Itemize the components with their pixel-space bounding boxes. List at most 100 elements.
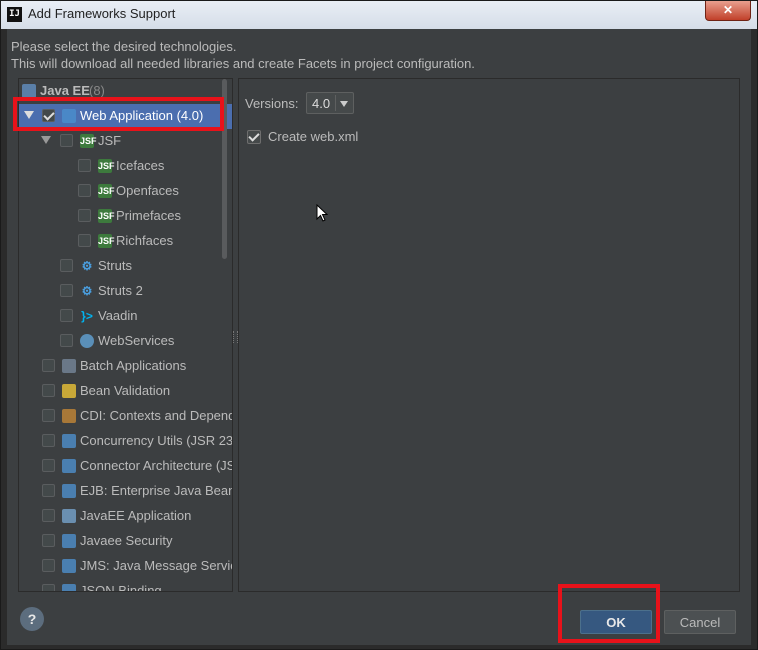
version-dropdown[interactable]: 4.0 <box>306 92 354 114</box>
checkbox[interactable] <box>42 434 55 447</box>
dropdown-separator <box>335 95 336 111</box>
jsf-icon: JSF <box>98 184 115 198</box>
globe-icon <box>80 334 94 348</box>
checkbox[interactable] <box>60 284 73 297</box>
tree-item-web-application-4-0[interactable]: Web Application (4.0) <box>19 104 232 129</box>
batch-icon <box>62 359 76 373</box>
tree-item-struts[interactable]: ⚙ Struts <box>19 254 232 279</box>
close-button[interactable]: ✕ <box>705 1 751 21</box>
tree-item-json-binding[interactable]: JSON Binding <box>19 579 232 592</box>
checkbox[interactable] <box>78 209 91 222</box>
tree-item-primefaces[interactable]: JSF Primefaces <box>19 204 232 229</box>
checkbox[interactable] <box>78 159 91 172</box>
framework-settings-panel <box>238 78 740 592</box>
tree-item-label: CDI: Contexts and Depend <box>80 408 233 423</box>
tree-group-java-ee[interactable]: Java EE (8) <box>19 79 232 104</box>
description-line-2: This will download all needed libraries … <box>11 56 475 71</box>
checkbox[interactable] <box>60 134 73 147</box>
tree-item-label: Primefaces <box>116 208 182 223</box>
expand-arrow-icon[interactable] <box>24 111 34 119</box>
checkbox[interactable] <box>42 359 55 372</box>
module-icon <box>62 434 76 448</box>
ejb-icon <box>62 484 76 498</box>
tree-item-label: Javaee Security <box>80 533 173 548</box>
checkbox[interactable] <box>42 109 55 122</box>
tree-item-jsf[interactable]: JSF JSF <box>19 129 232 154</box>
tree-item-label: JavaEE Application <box>80 508 192 523</box>
checkbox[interactable] <box>42 459 55 472</box>
tree-item-ejb-enterprise-java-beans[interactable]: EJB: Enterprise Java Beans <box>19 479 232 504</box>
web-app-icon <box>62 109 76 123</box>
jsf-icon: JSF <box>98 234 115 248</box>
tree-item-label: Vaadin <box>98 308 138 323</box>
tree-item-javaee-application[interactable]: JavaEE Application <box>19 504 232 529</box>
checkbox[interactable] <box>42 534 55 547</box>
tree-item-vaadin[interactable]: }> Vaadin <box>19 304 232 329</box>
tree-item-cdi-contexts-and-depend[interactable]: CDI: Contexts and Depend <box>19 404 232 429</box>
checkbox[interactable] <box>78 234 91 247</box>
tree-item-concurrency-utils-jsr-236[interactable]: Concurrency Utils (JSR 236 <box>19 429 232 454</box>
tree-item-bean-validation[interactable]: Bean Validation <box>19 379 232 404</box>
technology-tree: Java EE (8) Web Application (4.0) JSF JSF J… <box>18 78 233 592</box>
create-webxml-label[interactable]: Create web.xml <box>268 129 358 144</box>
module-icon <box>62 459 76 473</box>
group-label: Java EE <box>40 83 90 98</box>
tree-item-batch-applications[interactable]: Batch Applications <box>19 354 232 379</box>
tree-item-label: Struts <box>98 258 132 273</box>
create-webxml-checkbox[interactable] <box>247 130 261 144</box>
module-icon <box>62 534 76 548</box>
checkbox[interactable] <box>42 584 55 591</box>
cancel-button[interactable]: Cancel <box>664 610 736 634</box>
tree-item-connector-architecture-js[interactable]: Connector Architecture (JS <box>19 454 232 479</box>
intellij-app-icon: IJ <box>7 7 22 22</box>
version-value: 4.0 <box>312 96 331 111</box>
tree-item-label: Concurrency Utils (JSR 236 <box>80 433 233 448</box>
tree-item-label: WebServices <box>98 333 175 348</box>
tree-item-icefaces[interactable]: JSF Icefaces <box>19 154 232 179</box>
checkbox[interactable] <box>42 509 55 522</box>
tree-item-javaee-security[interactable]: Javaee Security <box>19 529 232 554</box>
checkbox[interactable] <box>78 184 91 197</box>
tree-item-label: Struts 2 <box>98 283 143 298</box>
tree-item-jms-java-message-servic[interactable]: JMS: Java Message Servic <box>19 554 232 579</box>
tree-item-label: EJB: Enterprise Java Beans <box>80 483 233 498</box>
checkbox[interactable] <box>60 309 73 322</box>
checkbox[interactable] <box>60 259 73 272</box>
gear-icon: ⚙ <box>81 259 93 273</box>
ok-button[interactable]: OK <box>580 610 652 634</box>
tree-item-webservices[interactable]: WebServices <box>19 329 232 354</box>
versions-label: Versions: <box>245 96 299 111</box>
tree-scrollbar[interactable] <box>222 79 227 259</box>
tree-item-label: Web Application (4.0) <box>80 108 204 123</box>
checkbox[interactable] <box>42 384 55 397</box>
bean-icon <box>62 384 76 398</box>
tree-item-label: Connector Architecture (JS <box>80 458 233 473</box>
group-count: (8) <box>89 83 105 98</box>
jsf-icon: JSF <box>98 209 115 223</box>
help-button[interactable]: ? <box>20 607 44 631</box>
jsf-icon: JSF <box>98 159 115 173</box>
tree-item-label: Openfaces <box>116 183 179 198</box>
checkbox[interactable] <box>42 409 55 422</box>
jsf-icon: JSF <box>80 134 97 148</box>
tree-item-label: JSF <box>98 133 122 148</box>
tree-item-label: Richfaces <box>116 233 174 248</box>
expand-arrow-icon[interactable] <box>41 136 51 144</box>
vaadin-icon: }> <box>81 309 93 323</box>
tree-item-richfaces[interactable]: JSF Richfaces <box>19 229 232 254</box>
tree-item-label: Bean Validation <box>80 383 171 398</box>
chevron-down-icon <box>340 101 348 107</box>
module-icon <box>62 559 76 573</box>
title-bar[interactable]: IJ Add Frameworks Support ✕ <box>1 1 757 29</box>
tree-item-struts-2[interactable]: ⚙ Struts 2 <box>19 279 232 304</box>
checkbox[interactable] <box>42 559 55 572</box>
gear-icon: ⚙ <box>81 284 93 298</box>
checkbox[interactable] <box>42 484 55 497</box>
checkbox[interactable] <box>60 334 73 347</box>
tree-item-label: JSON Binding <box>80 583 162 592</box>
javaee-icon <box>62 509 76 523</box>
tree-item-openfaces[interactable]: JSF Openfaces <box>19 179 232 204</box>
mouse-cursor-icon <box>316 204 328 222</box>
window-title: Add Frameworks Support <box>28 6 176 21</box>
tree-item-label: JMS: Java Message Servic <box>80 558 233 573</box>
